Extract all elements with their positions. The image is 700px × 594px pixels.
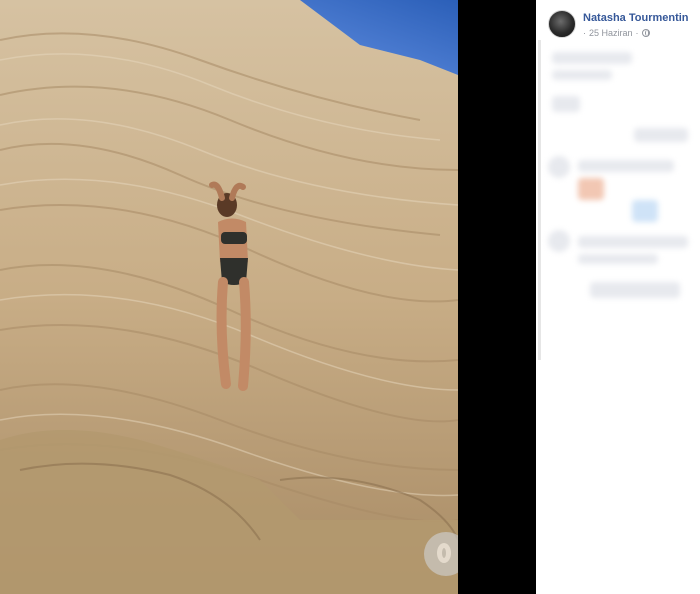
post-date-dot: · [583,28,586,38]
blurred-comment-image-2 [632,200,658,222]
blurred-comment-avatar-2 [548,230,570,252]
blurred-comment [578,160,674,172]
post-date[interactable]: 25 Haziran [589,28,633,38]
blurred-caption-line [552,70,612,80]
sidebar-scrollbar[interactable] [538,40,541,360]
blurred-action [634,128,688,142]
watermark: burs [424,528,458,580]
blurred-input [590,282,680,298]
post-photo[interactable]: burs [0,0,458,594]
cliff-face-illustration [0,0,458,594]
author-name-link[interactable]: Natasha Tourmentin [583,12,689,24]
blurred-comment-image [578,178,604,200]
author-avatar[interactable] [548,10,576,38]
blurred-comment-2 [578,236,688,248]
post-meta: · 25 Haziran · [583,28,650,38]
bursa-logo-icon [424,532,458,576]
blurred-comment-avatar [548,156,570,178]
globe-icon[interactable] [641,29,650,37]
blurred-caption [552,52,632,64]
photo-separator [458,0,536,594]
blurred-comment-line-2 [578,254,658,264]
blurred-reactions [552,96,580,112]
meta-separator: · [635,28,639,38]
